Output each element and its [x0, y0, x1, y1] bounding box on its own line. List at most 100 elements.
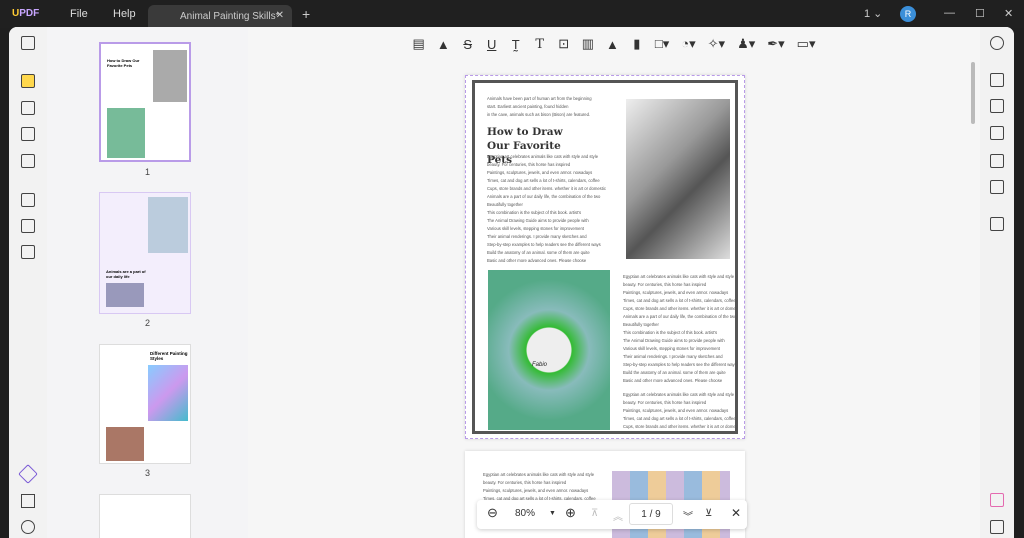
vertical-scrollbar[interactable]: [971, 62, 975, 124]
zoom-in-icon[interactable]: ⊕: [565, 505, 576, 521]
thumbnail-image: [153, 50, 187, 102]
photo-caption: Fabio: [532, 362, 548, 368]
text-line: Animals are a part of our daily life, th…: [487, 194, 601, 199]
thumbnail-title: Different Painting Styles: [150, 351, 188, 361]
menu-file[interactable]: File: [70, 8, 88, 20]
close-tab-icon[interactable]: ✕: [276, 10, 284, 21]
text-line: Beautifully together: [623, 322, 659, 327]
thumbnail-image: [106, 427, 144, 461]
menu-help[interactable]: Help: [113, 8, 136, 20]
organize-icon[interactable]: [21, 154, 35, 168]
intro-text: Animals have been part of human art from…: [487, 95, 592, 119]
form-icon[interactable]: [21, 127, 35, 141]
thumbnail-page-2[interactable]: Animals are a part of our daily life: [99, 192, 191, 314]
convert-icon[interactable]: [21, 193, 35, 207]
text-line: Cups, store brands and other items. whet…: [623, 424, 735, 429]
first-page-icon[interactable]: ⊼: [591, 508, 598, 519]
text-line: Step-by-step examples to help readers se…: [623, 362, 735, 367]
thumbnail-page-3[interactable]: Different Painting Styles: [99, 344, 191, 464]
comment-icon[interactable]: ▤: [413, 36, 425, 52]
zoom-bar: ⊖ 80% ▼ ⊕ ⊼ ︽ 1 / 9 ︾ ⊻ ✕: [477, 500, 747, 529]
text-line: Basic and other more advanced ones. Plea…: [487, 258, 587, 263]
area-icon[interactable]: ◔▾: [681, 36, 695, 52]
close-window-button[interactable]: ✕: [1004, 7, 1013, 20]
email-icon[interactable]: [990, 180, 1004, 194]
squiggly-icon[interactable]: T̰: [510, 37, 522, 52]
bookmark-icon[interactable]: [21, 494, 35, 508]
text-line: beauty. For centuries, this horse has in…: [623, 282, 707, 287]
stamp-icon[interactable]: ♟▾: [737, 36, 755, 52]
thumbnail-image: [107, 108, 145, 158]
zoom-dropdown-icon[interactable]: ▼: [549, 510, 556, 517]
pin-icon[interactable]: ✧▾: [708, 36, 725, 52]
text-line: This combination is the subject of this …: [623, 330, 718, 335]
zoom-level[interactable]: 80%: [515, 508, 535, 519]
thumbnail-page-4[interactable]: [99, 494, 191, 538]
reader-icon[interactable]: [21, 36, 35, 50]
strikethrough-icon[interactable]: S: [462, 37, 474, 52]
signature-icon[interactable]: ✒▾: [767, 36, 784, 52]
measure-icon[interactable]: ▭▾: [797, 36, 816, 52]
thumbnail-title: How to Draw Our Favorite Pets: [107, 58, 140, 68]
shape-icon[interactable]: □▾: [655, 36, 669, 52]
last-page-icon[interactable]: ⊻: [705, 508, 712, 519]
ai-assistant-icon[interactable]: [990, 493, 1004, 507]
pdf-page-1[interactable]: Animals have been part of human art from…: [465, 75, 745, 439]
chat-icon[interactable]: [990, 520, 1004, 534]
text-line: Times, cat and dog art sells a lot of t-…: [623, 298, 735, 303]
highlight-icon[interactable]: ▲: [437, 37, 450, 52]
pencil-icon[interactable]: ▲: [606, 37, 619, 52]
underline-icon[interactable]: U: [486, 37, 498, 52]
body-text: Egyptian art celebrates animals like cat…: [483, 471, 603, 503]
text-line: Various skill levels, stepping stones fo…: [487, 226, 584, 231]
thumbnail-image: [148, 365, 188, 421]
thumbnail-title: Animals are a part of our daily life: [106, 269, 146, 279]
text-line: Basic and other more advanced ones. Plea…: [623, 378, 723, 383]
batch-icon[interactable]: [21, 245, 35, 259]
avatar[interactable]: R: [900, 6, 916, 22]
thumbnail-image: [148, 197, 188, 253]
window-indicator[interactable]: 1 ⌄: [864, 7, 882, 20]
thumbnail-number: 2: [144, 318, 150, 328]
thumbnail-image: [106, 283, 144, 307]
share-icon[interactable]: [990, 154, 1004, 168]
page-number-input[interactable]: 1 / 9: [629, 503, 673, 525]
comment-mode-icon[interactable]: [21, 74, 35, 88]
save-icon[interactable]: [990, 217, 1004, 231]
close-zoom-bar-icon[interactable]: ✕: [731, 506, 741, 520]
thumbnail-page-1[interactable]: How to Draw Our Favorite Pets: [99, 42, 191, 162]
title-bar: UPDF File Help Animal Painting Skills* ✕ …: [0, 0, 1024, 28]
body-text-2: Egyptian art celebrates animals like cat…: [623, 273, 735, 431]
text-line: Their animal renderings. I provide many …: [623, 354, 723, 359]
textbox-icon[interactable]: ⊡: [558, 36, 570, 52]
next-page-icon[interactable]: ︾: [683, 508, 693, 523]
window-count: 1: [864, 8, 871, 20]
convert-pdf-icon[interactable]: [990, 99, 1004, 113]
dog-sketch-image[interactable]: [626, 99, 730, 259]
text-line: Step-by-step examples to help readers se…: [487, 242, 601, 247]
minimize-button[interactable]: —: [944, 7, 955, 19]
text-icon[interactable]: T: [534, 37, 546, 52]
text-line: beauty. For centuries, this horse has in…: [487, 162, 571, 167]
maximize-button[interactable]: ☐: [975, 7, 985, 20]
layers-icon[interactable]: [18, 464, 38, 484]
right-tool-rail: [980, 27, 1014, 538]
edit-pdf-icon[interactable]: [21, 101, 35, 115]
text-line: Paintings, sculptures, jewels, and even …: [487, 170, 593, 175]
zoom-out-icon[interactable]: ⊖: [487, 505, 498, 521]
document-tab[interactable]: Animal Painting Skills* ✕: [148, 5, 292, 28]
app-logo[interactable]: UPDF: [12, 8, 39, 19]
text-line: Animals are a part of our daily life, th…: [623, 314, 735, 319]
attachment-icon[interactable]: [21, 520, 35, 534]
text-callout-icon[interactable]: ▥: [582, 36, 594, 52]
eraser-icon[interactable]: ▮: [631, 36, 643, 52]
text-line: Paintings, sculptures, jewels, and even …: [483, 488, 589, 493]
ocr-icon[interactable]: [990, 73, 1004, 87]
new-tab-button[interactable]: +: [302, 6, 310, 22]
crop-icon[interactable]: [21, 219, 35, 233]
embroidery-photo[interactable]: Fabio: [488, 270, 610, 430]
page-frame: Animals have been part of human art from…: [472, 80, 738, 434]
protect-icon[interactable]: [990, 126, 1004, 140]
previous-page-icon[interactable]: ︽: [613, 508, 623, 523]
search-icon[interactable]: [990, 36, 1004, 50]
